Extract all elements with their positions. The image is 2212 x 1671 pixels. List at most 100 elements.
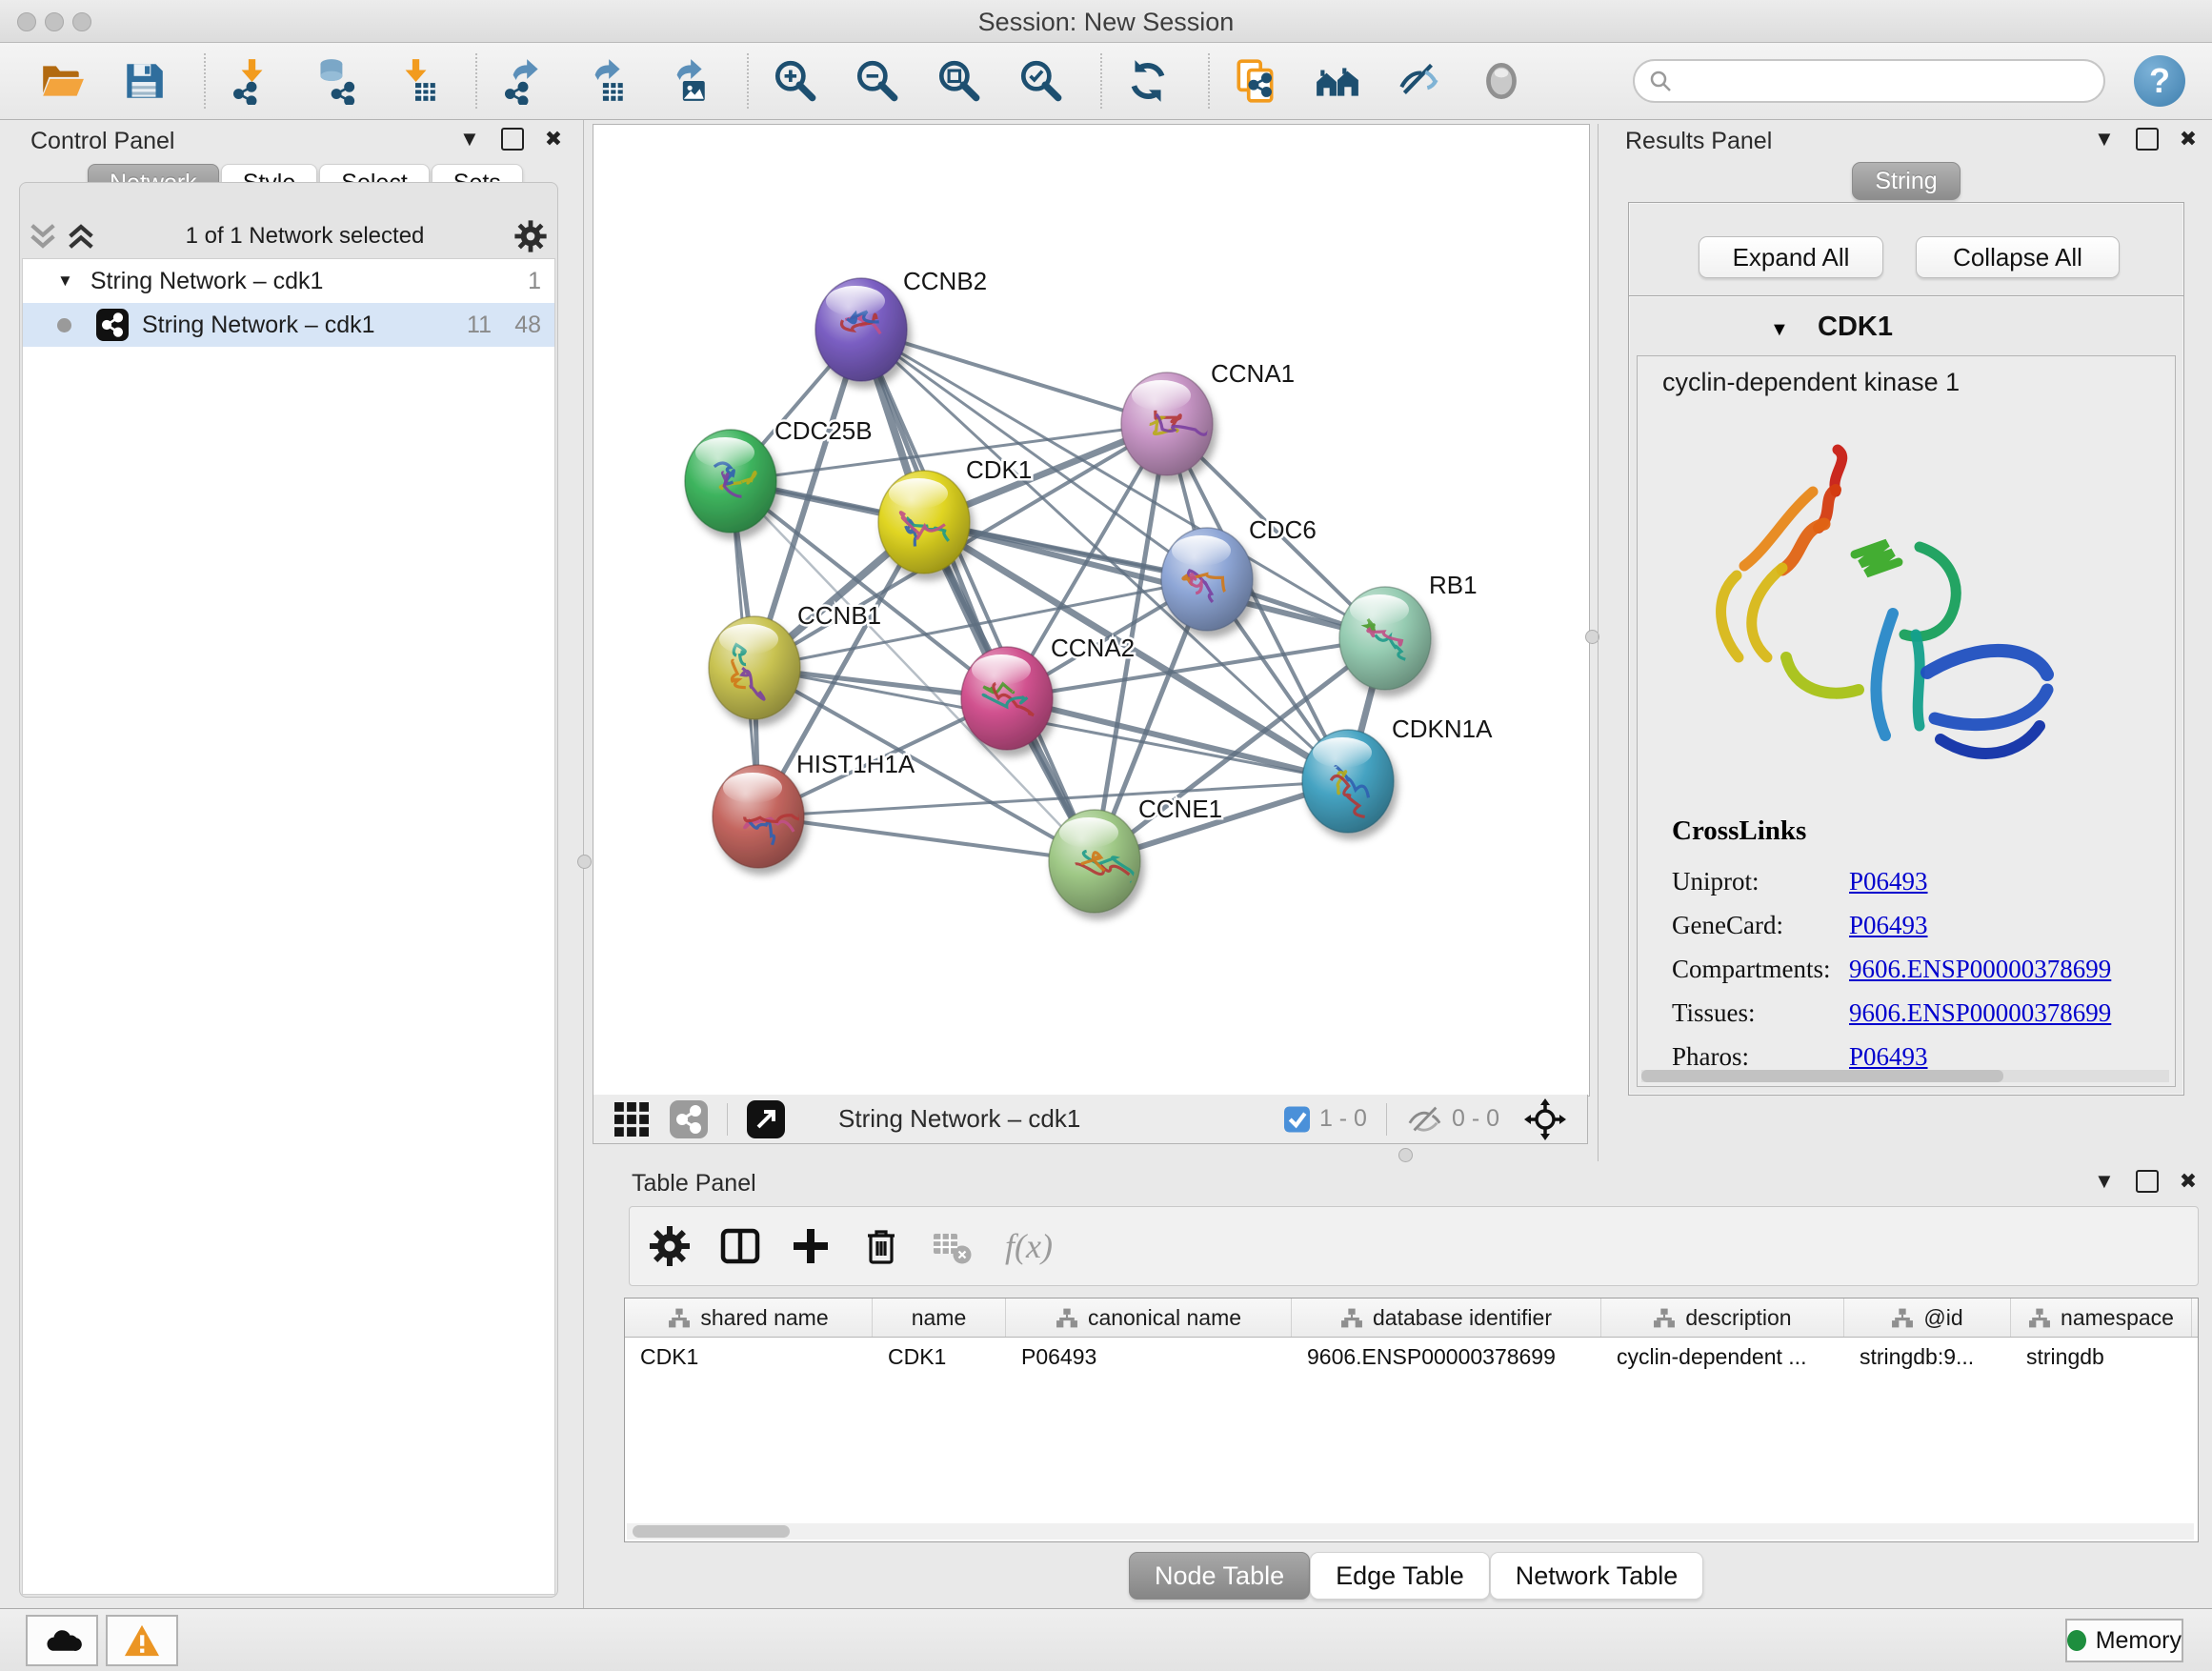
- tree-row-collection[interactable]: ▼String Network – cdk11: [23, 259, 554, 303]
- left-splitter-handle[interactable]: [577, 855, 592, 869]
- edge-CCNB2-CCNE1[interactable]: [861, 330, 1095, 861]
- share-tile-icon[interactable]: [670, 1100, 708, 1138]
- zoom-fit-icon[interactable]: [933, 55, 984, 107]
- copy-style-icon[interactable]: [1230, 55, 1281, 107]
- tab-network-table[interactable]: Network Table: [1490, 1552, 1704, 1600]
- zoom-in-icon[interactable]: [769, 55, 820, 107]
- scrollbar-thumb[interactable]: [633, 1525, 790, 1538]
- expand-all-button[interactable]: Expand All: [1699, 236, 1883, 278]
- crosslink-value[interactable]: 9606.ENSP00000378699: [1849, 998, 2111, 1028]
- column-header-database-identifier[interactable]: database identifier: [1292, 1299, 1601, 1337]
- fit-selected-icon[interactable]: [1524, 1098, 1566, 1140]
- collapse-all-icon[interactable]: [27, 222, 59, 251]
- grid-icon[interactable]: [614, 1102, 649, 1137]
- refresh-view-icon[interactable]: [1122, 55, 1174, 107]
- import-network-icon[interactable]: [226, 55, 277, 107]
- cloud-button[interactable]: [26, 1615, 98, 1666]
- node-CCNE1[interactable]: [1049, 810, 1140, 913]
- network-graph[interactable]: CCNB2CCNA1CDC25BCDK1CDC6RB1CCNB1CCNA2CDK…: [593, 125, 1589, 1096]
- node-RB1[interactable]: [1339, 587, 1431, 690]
- crosslink-value[interactable]: P06493: [1849, 911, 1928, 940]
- tab-node-table[interactable]: Node Table: [1129, 1552, 1310, 1600]
- column-header-shared-name[interactable]: shared name: [625, 1299, 873, 1337]
- node-HIST1H1A[interactable]: [713, 765, 804, 868]
- first-neighbors-icon[interactable]: [1312, 55, 1363, 107]
- column-header-canonical-name[interactable]: canonical name: [1006, 1299, 1292, 1337]
- node-CCNA1[interactable]: [1121, 372, 1213, 475]
- results-scrollbar[interactable]: [1641, 1070, 2169, 1082]
- delete-table-icon[interactable]: [929, 1223, 975, 1269]
- edge-CCNB2-CCNA1[interactable]: [861, 330, 1167, 424]
- node-CCNB1[interactable]: [709, 616, 800, 719]
- zoom-selected-icon[interactable]: [1015, 55, 1066, 107]
- panel-close-icon[interactable]: ✖: [2180, 129, 2197, 150]
- collapse-all-button[interactable]: Collapse All: [1916, 236, 2120, 278]
- results-splitter[interactable]: [1598, 124, 1599, 1161]
- panel-float-icon[interactable]: [2136, 1170, 2159, 1193]
- node-CDKN1A[interactable]: [1302, 730, 1394, 833]
- column-header-namespace[interactable]: namespace: [2011, 1299, 2192, 1337]
- node-CCNA2[interactable]: [961, 647, 1053, 750]
- gene-expander-icon[interactable]: ▼: [1770, 319, 1789, 341]
- hide-selection-icon[interactable]: [1394, 55, 1445, 107]
- panel-collapse-icon[interactable]: ▼: [2094, 129, 2115, 150]
- import-database-icon[interactable]: [308, 55, 359, 107]
- birdseye-icon[interactable]: [747, 1100, 785, 1138]
- node-CCNB2[interactable]: [815, 278, 907, 381]
- cell: CDK1: [873, 1338, 1006, 1376]
- export-network-icon[interactable]: [497, 55, 549, 107]
- node-label-CCNB1: CCNB1: [797, 601, 881, 630]
- crosslink-value[interactable]: P06493: [1849, 867, 1928, 896]
- open-session-icon[interactable]: [36, 55, 88, 107]
- selected-nodes-checkbox[interactable]: [1284, 1106, 1310, 1132]
- column-header-name[interactable]: name: [873, 1299, 1006, 1337]
- table-tabs: Node TableEdge TableNetwork Table: [1129, 1552, 1703, 1600]
- gene-title[interactable]: CDK1: [1818, 312, 1893, 343]
- search-input[interactable]: [1673, 67, 2103, 95]
- fx-function-icon[interactable]: f(x): [1005, 1226, 1053, 1266]
- tree-network-count: 1: [484, 268, 541, 295]
- graphics-detail-icon[interactable]: [1476, 55, 1527, 107]
- hierarchy-icon: [1653, 1308, 1676, 1328]
- add-column-icon[interactable]: [788, 1223, 834, 1269]
- edge-HIST1H1A-CCNE1[interactable]: [758, 816, 1095, 861]
- crosslink-value[interactable]: P06493: [1849, 1042, 1928, 1072]
- table-settings-icon[interactable]: [647, 1223, 693, 1269]
- panel-collapse-icon[interactable]: ▼: [2094, 1171, 2115, 1192]
- expand-all-icon[interactable]: [65, 222, 97, 251]
- bottom-splitter-handle[interactable]: [1398, 1148, 1413, 1162]
- column-header-description[interactable]: description: [1601, 1299, 1844, 1337]
- panel-close-icon[interactable]: ✖: [2180, 1171, 2197, 1192]
- network-canvas[interactable]: CCNB2CCNA1CDC25BCDK1CDC6RB1CCNB1CCNA2CDK…: [593, 124, 1590, 1097]
- export-table-icon[interactable]: [579, 55, 631, 107]
- tree-expander-icon[interactable]: ▼: [57, 272, 73, 291]
- tab-string[interactable]: String: [1852, 162, 1961, 200]
- memory-button[interactable]: Memory: [2065, 1619, 2183, 1662]
- table-row[interactable]: CDK1CDK1P064939606.ENSP00000378699cyclin…: [625, 1338, 2198, 1376]
- cell: P06493: [1006, 1338, 1292, 1376]
- zoom-out-icon[interactable]: [851, 55, 902, 107]
- panel-float-icon[interactable]: [501, 128, 524, 151]
- show-columns-icon[interactable]: [717, 1223, 763, 1269]
- warning-button[interactable]: [106, 1615, 178, 1666]
- hidden-count: 0 - 0: [1452, 1105, 1499, 1133]
- tree-row-network[interactable]: String Network – cdk11148: [23, 303, 554, 347]
- panel-float-icon[interactable]: [2136, 128, 2159, 151]
- column-header-@id[interactable]: @id: [1844, 1299, 2011, 1337]
- gear-icon[interactable]: [513, 218, 549, 254]
- delete-column-icon[interactable]: [858, 1223, 904, 1269]
- help-button[interactable]: ?: [2134, 55, 2185, 107]
- export-image-icon[interactable]: [661, 55, 713, 107]
- panel-close-icon[interactable]: ✖: [545, 129, 562, 150]
- hidden-eye-icon[interactable]: [1406, 1103, 1442, 1136]
- node-CDK1[interactable]: [878, 471, 970, 574]
- node-gloss: [1132, 380, 1191, 411]
- table-horizontal-scrollbar[interactable]: [627, 1523, 2194, 1540]
- node-CDC25B[interactable]: [685, 430, 776, 533]
- node-CDC6[interactable]: [1161, 528, 1253, 631]
- panel-collapse-icon[interactable]: ▼: [459, 129, 480, 150]
- save-session-icon[interactable]: [118, 55, 170, 107]
- crosslink-value[interactable]: 9606.ENSP00000378699: [1849, 955, 2111, 984]
- tab-edge-table[interactable]: Edge Table: [1310, 1552, 1490, 1600]
- import-table-icon[interactable]: [390, 55, 441, 107]
